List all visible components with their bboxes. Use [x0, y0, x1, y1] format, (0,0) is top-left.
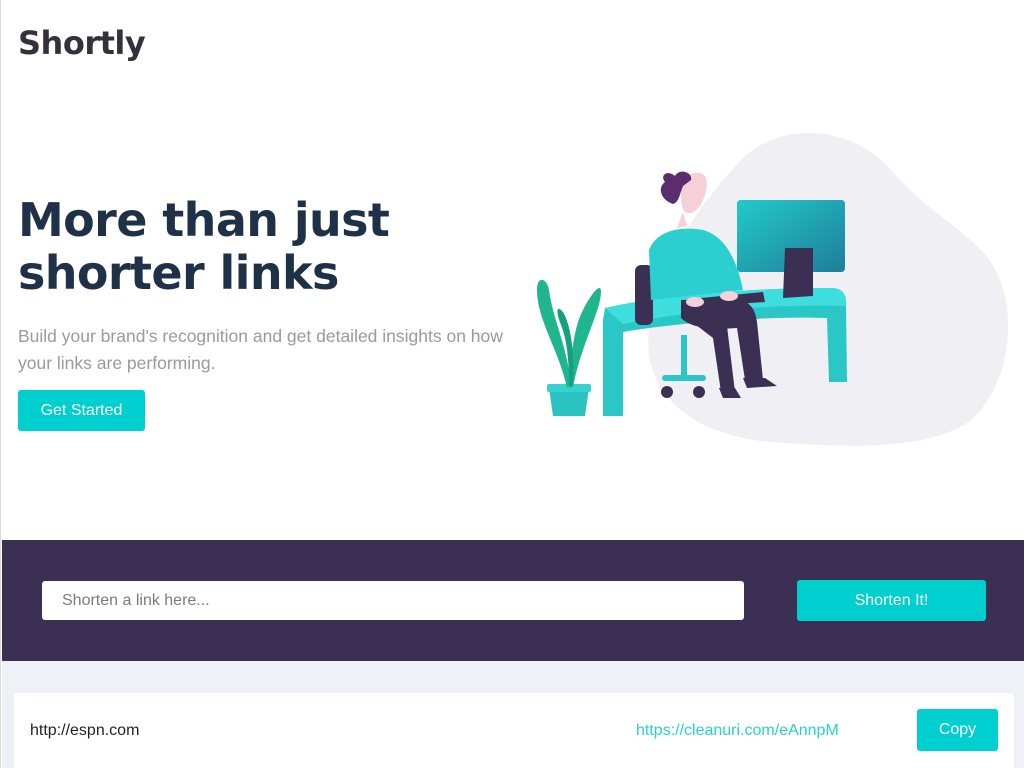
short-url-link[interactable]: https://cleanuri.com/eAnnpM	[636, 722, 839, 740]
plant-pot-icon	[549, 388, 589, 416]
hero-title-line1: More than just	[18, 193, 390, 247]
hero-title: More than just shorter links	[18, 194, 508, 300]
link-input[interactable]	[42, 581, 744, 620]
copy-button[interactable]: Copy	[917, 709, 998, 751]
logo[interactable]: Shortly	[18, 24, 146, 62]
get-started-button[interactable]: Get Started	[18, 390, 145, 431]
hero-subtitle: Build your brand's recognition and get d…	[18, 326, 503, 373]
hero-section: More than just shorter links Build your …	[18, 194, 508, 377]
site-header: Shortly	[18, 24, 146, 62]
results-section: http://espn.com https://cleanuri.com/eAn…	[2, 661, 1024, 768]
original-url: http://espn.com	[30, 722, 140, 739]
hero-title-line2: shorter links	[18, 246, 339, 300]
person-working-illustration	[531, 130, 1013, 450]
result-item: http://espn.com https://cleanuri.com/eAn…	[14, 693, 1014, 768]
shorten-section: Shorten It!	[2, 540, 1024, 661]
shorten-button[interactable]: Shorten It!	[797, 580, 986, 621]
